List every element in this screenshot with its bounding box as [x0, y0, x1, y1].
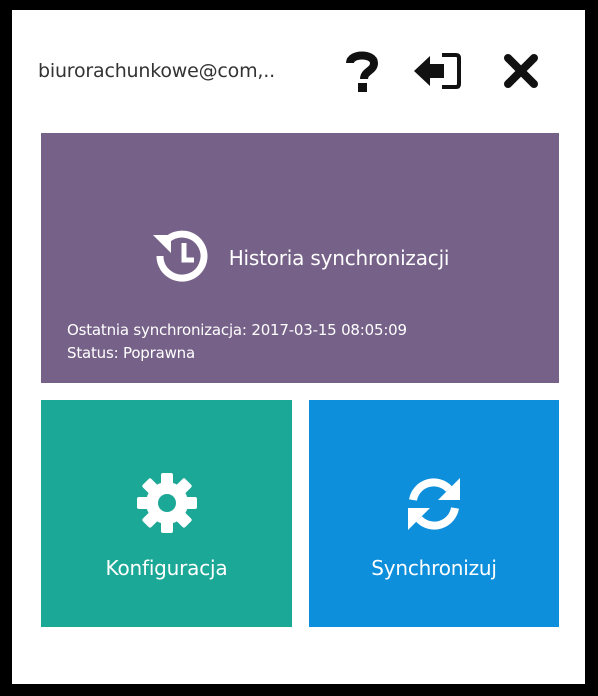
app-window: biurorachunkowe@com,.. Historia synchron…: [12, 10, 585, 684]
question-icon: [344, 49, 380, 93]
gear-icon: [136, 472, 198, 538]
close-icon: [503, 53, 539, 89]
history-header: Historia synchronizacji: [41, 228, 559, 288]
config-icon-wrap: [41, 472, 292, 538]
help-button[interactable]: [337, 46, 387, 96]
account-label: biurorachunkowe@com,..: [38, 60, 275, 82]
refresh-icon: [402, 472, 466, 540]
sync-status-text: Status: Poprawna: [67, 344, 195, 362]
config-label: Konfiguracja: [105, 556, 228, 580]
close-button[interactable]: [496, 46, 546, 96]
history-tile[interactable]: Historia synchronizacji Ostatnia synchro…: [41, 133, 559, 383]
header-bar: biurorachunkowe@com,..: [12, 10, 585, 130]
history-title: Historia synchronizacji: [228, 246, 450, 270]
sync-tile[interactable]: Synchronizuj: [309, 400, 559, 627]
sync-label: Synchronizuj: [371, 556, 497, 580]
sign-out-icon: [412, 51, 462, 91]
last-sync-text: Ostatnia synchronizacja: 2017-03-15 08:0…: [67, 321, 407, 339]
config-tile[interactable]: Konfiguracja: [41, 400, 292, 627]
history-info: Ostatnia synchronizacja: 2017-03-15 08:0…: [67, 319, 407, 365]
logout-button[interactable]: [412, 46, 462, 96]
history-icon: [151, 225, 213, 291]
sync-icon-wrap: [309, 472, 559, 540]
